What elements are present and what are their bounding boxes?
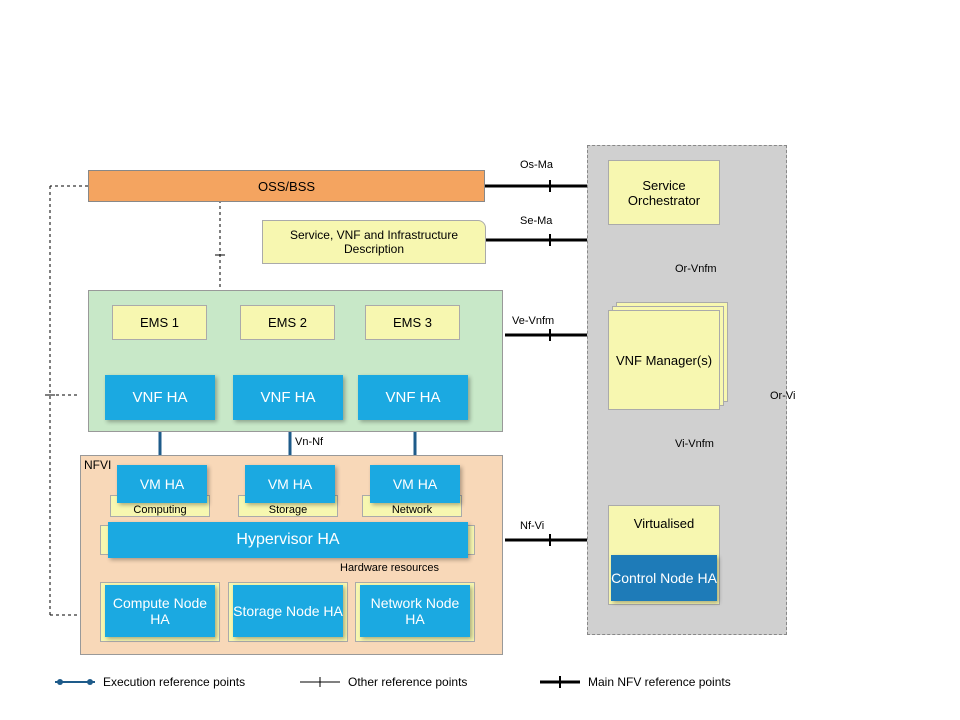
vm-ha-1-box: VM HA <box>117 465 207 503</box>
storage-node-ha-label: Storage Node HA <box>233 603 343 619</box>
vnf-ha-1-box: VNF HA <box>105 375 215 420</box>
storage-label: Storage <box>269 504 308 516</box>
service-orchestrator-box: Service Orchestrator <box>608 160 720 225</box>
vn-nf-label: Vn-Nf <box>295 436 323 448</box>
vnf-ha-1-label: VNF HA <box>132 389 187 406</box>
computing-label: Computing <box>133 504 186 516</box>
ems3-label: EMS 3 <box>393 315 432 330</box>
vi-vnfm-label: Vi-Vnfm <box>675 438 714 450</box>
oss-bss-box: OSS/BSS <box>88 170 485 202</box>
virtualised-label: Virtualised <box>634 516 694 531</box>
nfvi-label: NFVI <box>84 458 111 472</box>
vnf-ha-2-box: VNF HA <box>233 375 343 420</box>
legend-main: Main NFV reference points <box>540 675 731 689</box>
oss-bss-label: OSS/BSS <box>258 179 315 194</box>
legend-other: Other reference points <box>300 675 467 689</box>
ems1-box: EMS 1 <box>112 305 207 340</box>
vnf-manager-label: VNF Manager(s) <box>616 353 712 368</box>
storage-node-ha-box: Storage Node HA <box>233 585 343 637</box>
ve-vnfm-label: Ve-Vnfm <box>512 315 554 327</box>
os-ma-label: Os-Ma <box>520 159 553 171</box>
vnf-manager-box: VNF Manager(s) <box>608 310 720 410</box>
ems1-label: EMS 1 <box>140 315 179 330</box>
legend-exec: Execution reference points <box>55 675 245 689</box>
hypervisor-ha-label: Hypervisor HA <box>236 531 339 549</box>
vm-ha-3-box: VM HA <box>370 465 460 503</box>
service-desc-box: Service, VNF and Infrastructure Descript… <box>262 220 486 264</box>
ems2-label: EMS 2 <box>268 315 307 330</box>
se-ma-label: Se-Ma <box>520 215 552 227</box>
service-orchestrator-label: Service Orchestrator <box>609 178 719 208</box>
vm-ha-2-label: VM HA <box>268 476 312 492</box>
network-node-ha-box: Network Node HA <box>360 585 470 637</box>
ems3-box: EMS 3 <box>365 305 460 340</box>
hypervisor-ha-box: Hypervisor HA <box>108 522 468 558</box>
vm-ha-1-label: VM HA <box>140 476 184 492</box>
vnf-ha-3-label: VNF HA <box>385 389 440 406</box>
compute-node-ha-box: Compute Node HA <box>105 585 215 637</box>
compute-node-ha-label: Compute Node HA <box>105 595 215 627</box>
hardware-resources-label: Hardware resources <box>340 562 439 574</box>
or-vi-label: Or-Vi <box>770 390 795 402</box>
network-node-ha-label: Network Node HA <box>360 595 470 627</box>
vm-ha-2-box: VM HA <box>245 465 335 503</box>
vm-ha-3-label: VM HA <box>393 476 437 492</box>
control-node-ha-label: Control Node HA <box>611 570 717 586</box>
control-node-ha-box: Control Node HA <box>611 555 717 601</box>
legend-exec-label: Execution reference points <box>103 675 245 689</box>
network-label: Network <box>392 504 432 516</box>
legend-other-label: Other reference points <box>348 675 467 689</box>
service-desc-label: Service, VNF and Infrastructure Descript… <box>263 228 485 256</box>
ems2-box: EMS 2 <box>240 305 335 340</box>
vnf-ha-3-box: VNF HA <box>358 375 468 420</box>
nf-vi-label: Nf-Vi <box>520 520 544 532</box>
vnf-ha-2-label: VNF HA <box>260 389 315 406</box>
legend-main-label: Main NFV reference points <box>588 675 731 689</box>
or-vnfm-label: Or-Vnfm <box>675 263 717 275</box>
